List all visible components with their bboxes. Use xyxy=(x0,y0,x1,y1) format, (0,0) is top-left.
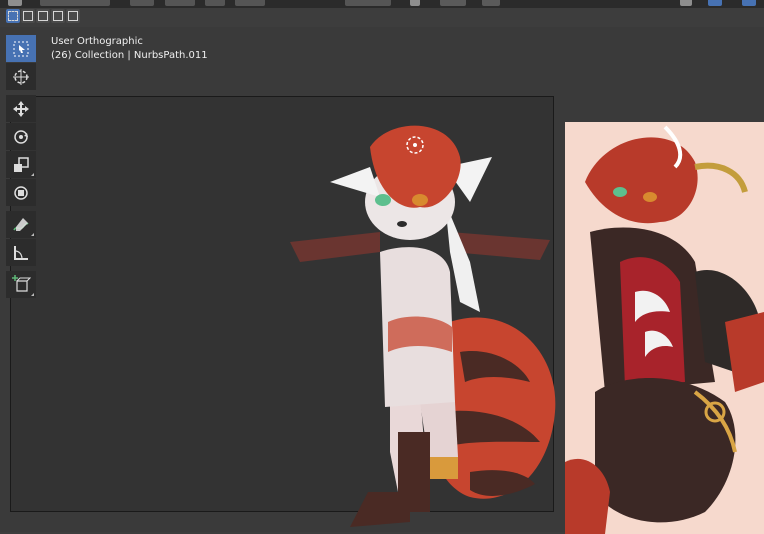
overlay-toggle-icon[interactable] xyxy=(742,0,756,6)
transform-tool[interactable] xyxy=(6,179,36,206)
select-box-tool[interactable] xyxy=(6,35,36,62)
add-cube-tool[interactable] xyxy=(6,271,36,298)
tool-shelf xyxy=(6,35,36,299)
visibility-icon[interactable] xyxy=(680,0,692,6)
extend-selection-icon[interactable] xyxy=(21,9,35,23)
move-icon xyxy=(13,100,29,117)
reference-artwork xyxy=(565,125,764,534)
measure-icon xyxy=(14,245,28,260)
pivot-icon[interactable] xyxy=(410,0,420,6)
transform-icon xyxy=(14,185,28,200)
intersect-selection-icon[interactable] xyxy=(66,9,80,23)
view-menu[interactable] xyxy=(130,0,154,6)
character-model[interactable] xyxy=(270,112,570,532)
select-box-icon xyxy=(13,41,29,56)
more-tools-indicator xyxy=(31,173,34,176)
more-tools-indicator xyxy=(31,293,34,296)
cursor-tool[interactable] xyxy=(6,63,36,90)
orientation-dropdown[interactable] xyxy=(345,0,391,6)
annotate-icon xyxy=(13,217,29,231)
viewport-info: User Orthographic (26) Collection | Nurb… xyxy=(51,35,208,63)
gizmo-toggle-icon[interactable] xyxy=(708,0,722,6)
subtract-selection-icon[interactable] xyxy=(36,9,50,23)
cursor-icon xyxy=(13,68,29,85)
object-info: (26) Collection | NurbsPath.011 xyxy=(51,50,208,61)
snap-icon[interactable] xyxy=(440,0,466,6)
rotate-tool[interactable] xyxy=(6,123,36,150)
proportional-edit-icon[interactable] xyxy=(482,0,500,6)
add-menu[interactable] xyxy=(205,0,225,6)
object-menu[interactable] xyxy=(235,0,265,6)
3d-viewport[interactable] xyxy=(0,27,764,534)
scale-tool[interactable] xyxy=(6,151,36,178)
view-name: User Orthographic xyxy=(51,36,143,47)
scale-icon xyxy=(14,156,29,172)
new-selection-icon[interactable] xyxy=(6,9,20,23)
header-bar xyxy=(0,0,764,8)
editor-type-icon[interactable] xyxy=(8,0,22,6)
select-menu[interactable] xyxy=(165,0,195,6)
annotate-tool[interactable] xyxy=(6,211,36,238)
more-tools-indicator xyxy=(31,233,34,236)
measure-tool[interactable] xyxy=(6,239,36,266)
add-cube-icon xyxy=(12,274,31,292)
invert-selection-icon[interactable] xyxy=(51,9,65,23)
rotate-icon xyxy=(14,129,28,144)
selection-mode-group xyxy=(6,9,80,23)
mode-dropdown[interactable] xyxy=(40,0,110,6)
reference-image[interactable] xyxy=(565,122,764,534)
move-tool[interactable] xyxy=(6,95,36,122)
